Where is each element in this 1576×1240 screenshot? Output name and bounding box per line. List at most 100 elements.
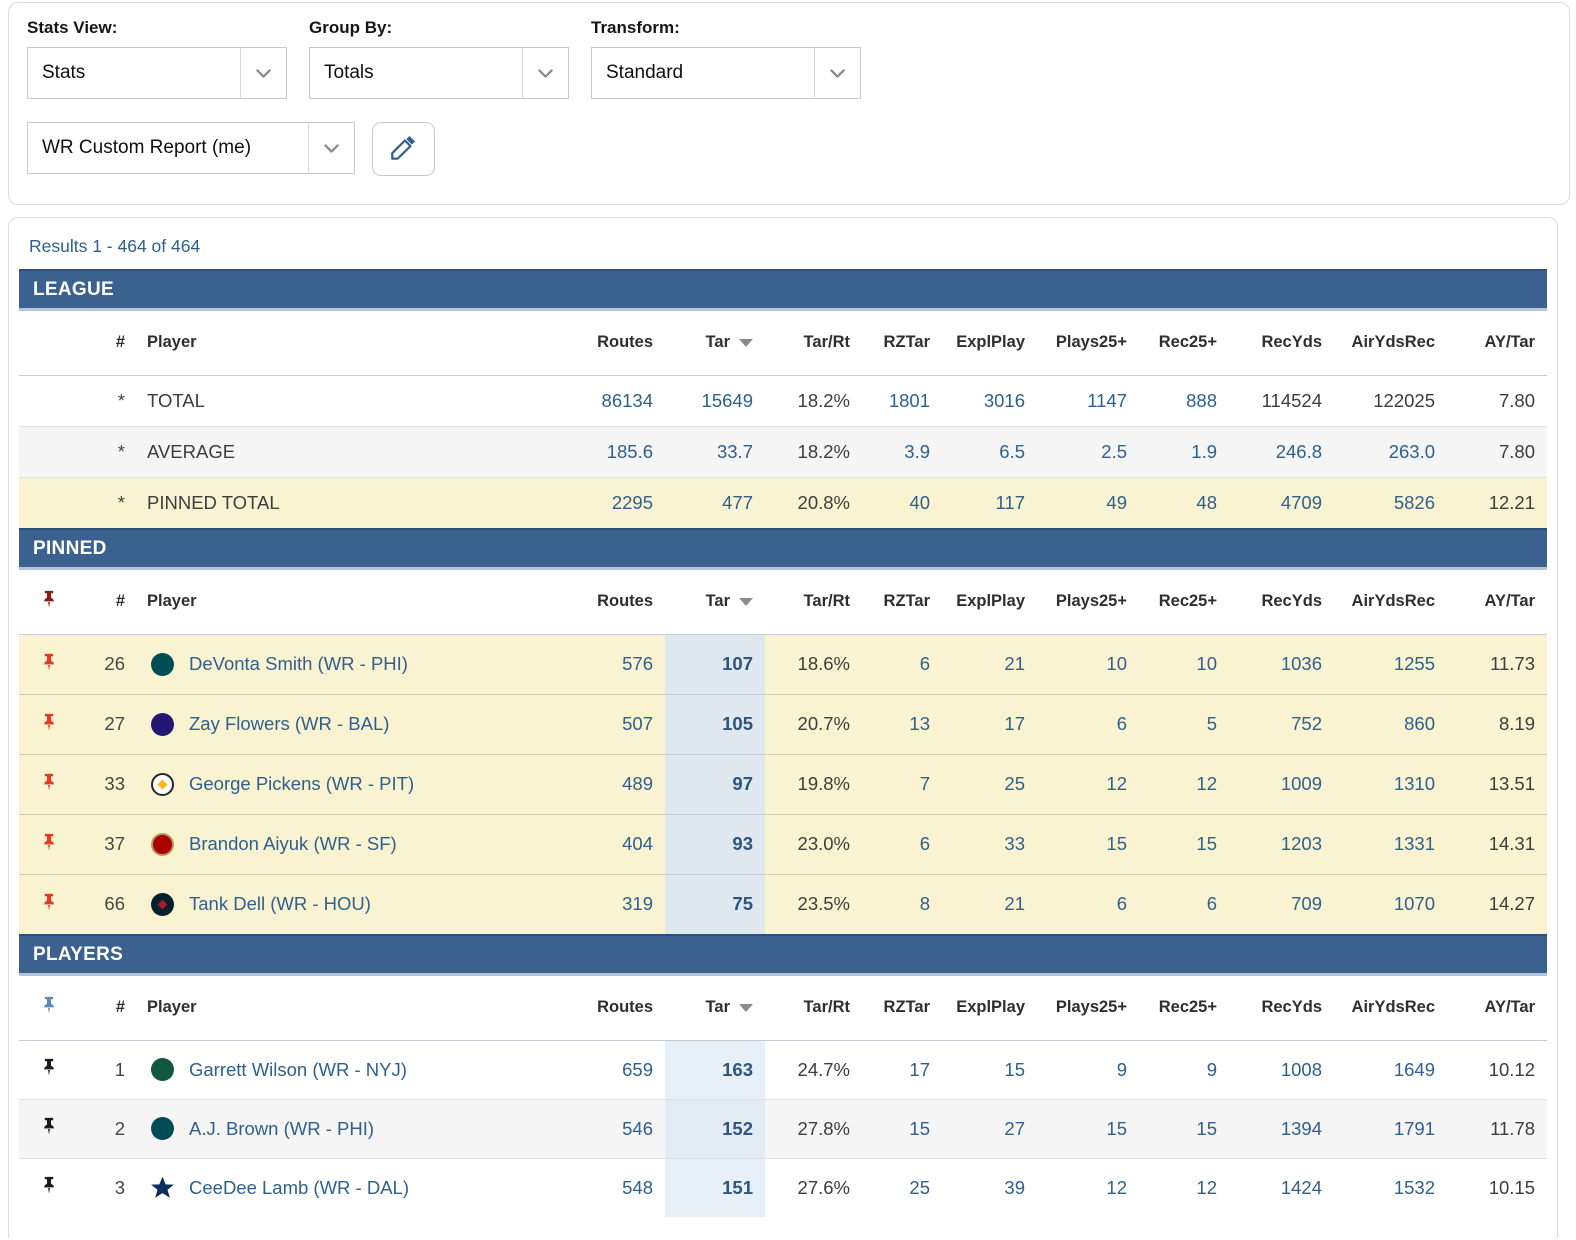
rank-column-header[interactable]: # — [79, 311, 131, 375]
stat-plays25[interactable]: 12 — [1037, 754, 1139, 814]
stat-rec25[interactable]: 1.9 — [1139, 426, 1229, 477]
stat-plays25[interactable]: 12 — [1037, 1158, 1139, 1217]
stat-airydsrec[interactable]: 1310 — [1334, 754, 1447, 814]
stat-plays25[interactable]: 49 — [1037, 477, 1139, 528]
stat-airydsrec[interactable]: 1331 — [1334, 814, 1447, 874]
stat-plays25[interactable]: 15 — [1037, 1099, 1139, 1158]
stat-routes[interactable]: 507 — [560, 694, 665, 754]
pin-icon[interactable] — [39, 770, 59, 794]
column-header-routes[interactable]: Routes — [560, 976, 665, 1040]
stat-explplay[interactable]: 3016 — [942, 375, 1037, 426]
pin-icon[interactable] — [39, 890, 59, 914]
stat-plays25[interactable]: 1147 — [1037, 375, 1139, 426]
player-column-header[interactable]: Player — [131, 570, 560, 634]
stat-explplay[interactable]: 39 — [942, 1158, 1037, 1217]
column-header-airydsrec[interactable]: AirYdsRec — [1334, 976, 1447, 1040]
stat-rztar[interactable]: 15 — [862, 1099, 942, 1158]
players-header-pin-icon[interactable] — [39, 993, 59, 1017]
column-header-tar-rt[interactable]: Tar/Rt — [765, 570, 862, 634]
stat-tar[interactable]: 93 — [665, 814, 765, 874]
stat-rec25[interactable]: 9 — [1139, 1040, 1229, 1099]
pin-icon[interactable] — [39, 830, 59, 854]
player-link[interactable]: DeVonta Smith (WR - PHI) — [189, 653, 408, 675]
stat-rztar[interactable]: 6 — [862, 634, 942, 694]
stat-routes[interactable]: 319 — [560, 874, 665, 934]
column-header-routes[interactable]: Routes — [560, 311, 665, 375]
player-link[interactable]: George Pickens (WR - PIT) — [189, 773, 414, 795]
stat-tar[interactable]: 15649 — [665, 375, 765, 426]
column-header-rec25[interactable]: Rec25+ — [1139, 976, 1229, 1040]
stat-tar[interactable]: 152 — [665, 1099, 765, 1158]
player-link[interactable]: A.J. Brown (WR - PHI) — [189, 1118, 374, 1140]
column-header-rec25[interactable]: Rec25+ — [1139, 311, 1229, 375]
stat-plays25[interactable]: 9 — [1037, 1040, 1139, 1099]
stat-rztar[interactable]: 25 — [862, 1158, 942, 1217]
stat-recyds[interactable]: 4709 — [1229, 477, 1334, 528]
column-header-recyds[interactable]: RecYds — [1229, 311, 1334, 375]
stat-explplay[interactable]: 25 — [942, 754, 1037, 814]
column-header-plays25[interactable]: Plays25+ — [1037, 976, 1139, 1040]
stat-explplay[interactable]: 21 — [942, 634, 1037, 694]
stat-rztar[interactable]: 40 — [862, 477, 942, 528]
stat-recyds[interactable]: 1394 — [1229, 1099, 1334, 1158]
column-header-recyds[interactable]: RecYds — [1229, 976, 1334, 1040]
pin-icon[interactable] — [39, 1114, 59, 1138]
stat-tar[interactable]: 151 — [665, 1158, 765, 1217]
stat-airydsrec[interactable]: 1532 — [1334, 1158, 1447, 1217]
stat-airydsrec[interactable]: 1649 — [1334, 1040, 1447, 1099]
pin-icon[interactable] — [39, 1173, 59, 1197]
column-header-rztar[interactable]: RZTar — [862, 976, 942, 1040]
stat-routes[interactable]: 2295 — [560, 477, 665, 528]
pin-icon[interactable] — [39, 710, 59, 734]
stat-recyds[interactable]: 1424 — [1229, 1158, 1334, 1217]
stat-explplay[interactable]: 15 — [942, 1040, 1037, 1099]
stat-rec25[interactable]: 10 — [1139, 634, 1229, 694]
stat-routes[interactable]: 659 — [560, 1040, 665, 1099]
stat-rztar[interactable]: 13 — [862, 694, 942, 754]
pin-icon[interactable] — [39, 1055, 59, 1079]
stat-rec25[interactable]: 12 — [1139, 1158, 1229, 1217]
stat-rztar[interactable]: 1801 — [862, 375, 942, 426]
stat-rztar[interactable]: 17 — [862, 1040, 942, 1099]
column-header-routes[interactable]: Routes — [560, 570, 665, 634]
stat-recyds[interactable]: 1036 — [1229, 634, 1334, 694]
column-header-ay-tar[interactable]: AY/Tar — [1447, 570, 1547, 634]
pin-icon[interactable] — [39, 650, 59, 674]
column-header-rec25[interactable]: Rec25+ — [1139, 570, 1229, 634]
stat-routes[interactable]: 576 — [560, 634, 665, 694]
stat-recyds[interactable]: 709 — [1229, 874, 1334, 934]
rank-column-header[interactable]: # — [79, 976, 131, 1040]
pinned-header-pin-icon[interactable] — [39, 587, 59, 611]
stat-tar[interactable]: 105 — [665, 694, 765, 754]
stat-rec25[interactable]: 888 — [1139, 375, 1229, 426]
stat-routes[interactable]: 546 — [560, 1099, 665, 1158]
stats-view-select[interactable]: Stats — [27, 47, 287, 99]
stat-tar[interactable]: 33.7 — [665, 426, 765, 477]
stat-tar[interactable]: 75 — [665, 874, 765, 934]
stat-routes[interactable]: 185.6 — [560, 426, 665, 477]
column-header-plays25[interactable]: Plays25+ — [1037, 570, 1139, 634]
stat-routes[interactable]: 86134 — [560, 375, 665, 426]
stat-tar[interactable]: 477 — [665, 477, 765, 528]
column-header-airydsrec[interactable]: AirYdsRec — [1334, 570, 1447, 634]
stat-explplay[interactable]: 33 — [942, 814, 1037, 874]
column-header-tar[interactable]: Tar — [665, 570, 765, 634]
stat-plays25[interactable]: 2.5 — [1037, 426, 1139, 477]
stat-explplay[interactable]: 27 — [942, 1099, 1037, 1158]
column-header-tar-rt[interactable]: Tar/Rt — [765, 311, 862, 375]
column-header-tar[interactable]: Tar — [665, 311, 765, 375]
stat-recyds[interactable]: 1203 — [1229, 814, 1334, 874]
stat-airydsrec[interactable]: 5826 — [1334, 477, 1447, 528]
stat-tar[interactable]: 97 — [665, 754, 765, 814]
player-link[interactable]: Brandon Aiyuk (WR - SF) — [189, 833, 397, 855]
column-header-explplay[interactable]: ExplPlay — [942, 311, 1037, 375]
stat-rec25[interactable]: 15 — [1139, 1099, 1229, 1158]
player-link[interactable]: CeeDee Lamb (WR - DAL) — [189, 1177, 409, 1199]
stat-rztar[interactable]: 3.9 — [862, 426, 942, 477]
stat-rec25[interactable]: 12 — [1139, 754, 1229, 814]
stat-tar[interactable]: 107 — [665, 634, 765, 694]
column-header-rztar[interactable]: RZTar — [862, 570, 942, 634]
player-column-header[interactable]: Player — [131, 311, 560, 375]
stat-recyds[interactable]: 246.8 — [1229, 426, 1334, 477]
column-header-explplay[interactable]: ExplPlay — [942, 570, 1037, 634]
